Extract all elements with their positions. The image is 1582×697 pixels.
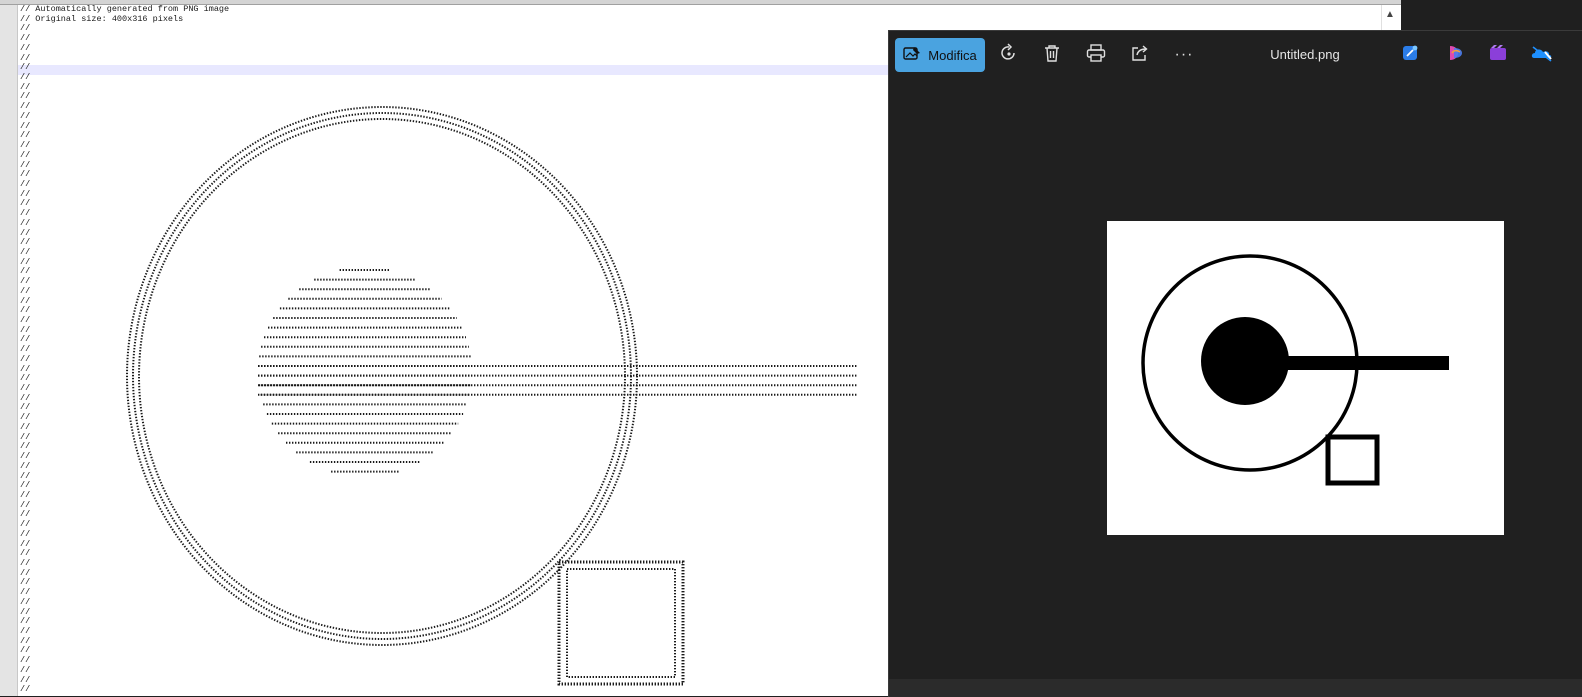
file-name-label: Untitled.png [1270, 47, 1340, 62]
edit-button-label: Modifica [928, 47, 977, 63]
edit-button[interactable]: Modifica [895, 38, 985, 72]
desktop-background [1401, 0, 1582, 30]
scroll-up-arrow[interactable]: ▲ [1383, 8, 1397, 22]
clipchamp-button[interactable] [1484, 41, 1512, 69]
more-options-button[interactable]: ··· [1170, 41, 1198, 69]
clipchamp-icon [1489, 44, 1507, 67]
share-button[interactable] [1126, 41, 1154, 69]
image-square [1325, 434, 1380, 486]
ascii-square [557, 560, 685, 686]
rotate-icon [999, 42, 1019, 68]
viewer-bottom-bar [889, 679, 1582, 697]
print-icon [1086, 43, 1106, 67]
designer-icon [1402, 44, 1420, 67]
copilot-button[interactable] [1441, 41, 1469, 69]
delete-icon [1043, 43, 1061, 68]
viewer-toolbar: Modifica ··· Untitled.png [889, 31, 1582, 81]
print-button[interactable] [1082, 41, 1110, 69]
copilot-icon [1446, 44, 1464, 67]
ascii-square-inner [566, 568, 676, 678]
more-options-icon: ··· [1174, 46, 1194, 63]
ascii-filled-disc [258, 269, 472, 473]
onedrive-icon [1531, 44, 1553, 67]
onedrive-button[interactable] [1528, 41, 1556, 69]
share-icon [1130, 44, 1150, 67]
image-content [1141, 254, 1449, 486]
edit-image-icon [903, 46, 921, 65]
photo-viewer-window[interactable]: Modifica ··· Untitled.png [888, 30, 1582, 697]
rotate-button[interactable] [995, 41, 1023, 69]
delete-button[interactable] [1038, 41, 1066, 69]
ascii-horizontal-bar [258, 365, 857, 396]
image-filled-disc [1201, 317, 1289, 405]
designer-button[interactable] [1397, 41, 1425, 69]
displayed-image[interactable] [1107, 221, 1504, 535]
image-horizontal-bar [1277, 356, 1449, 370]
